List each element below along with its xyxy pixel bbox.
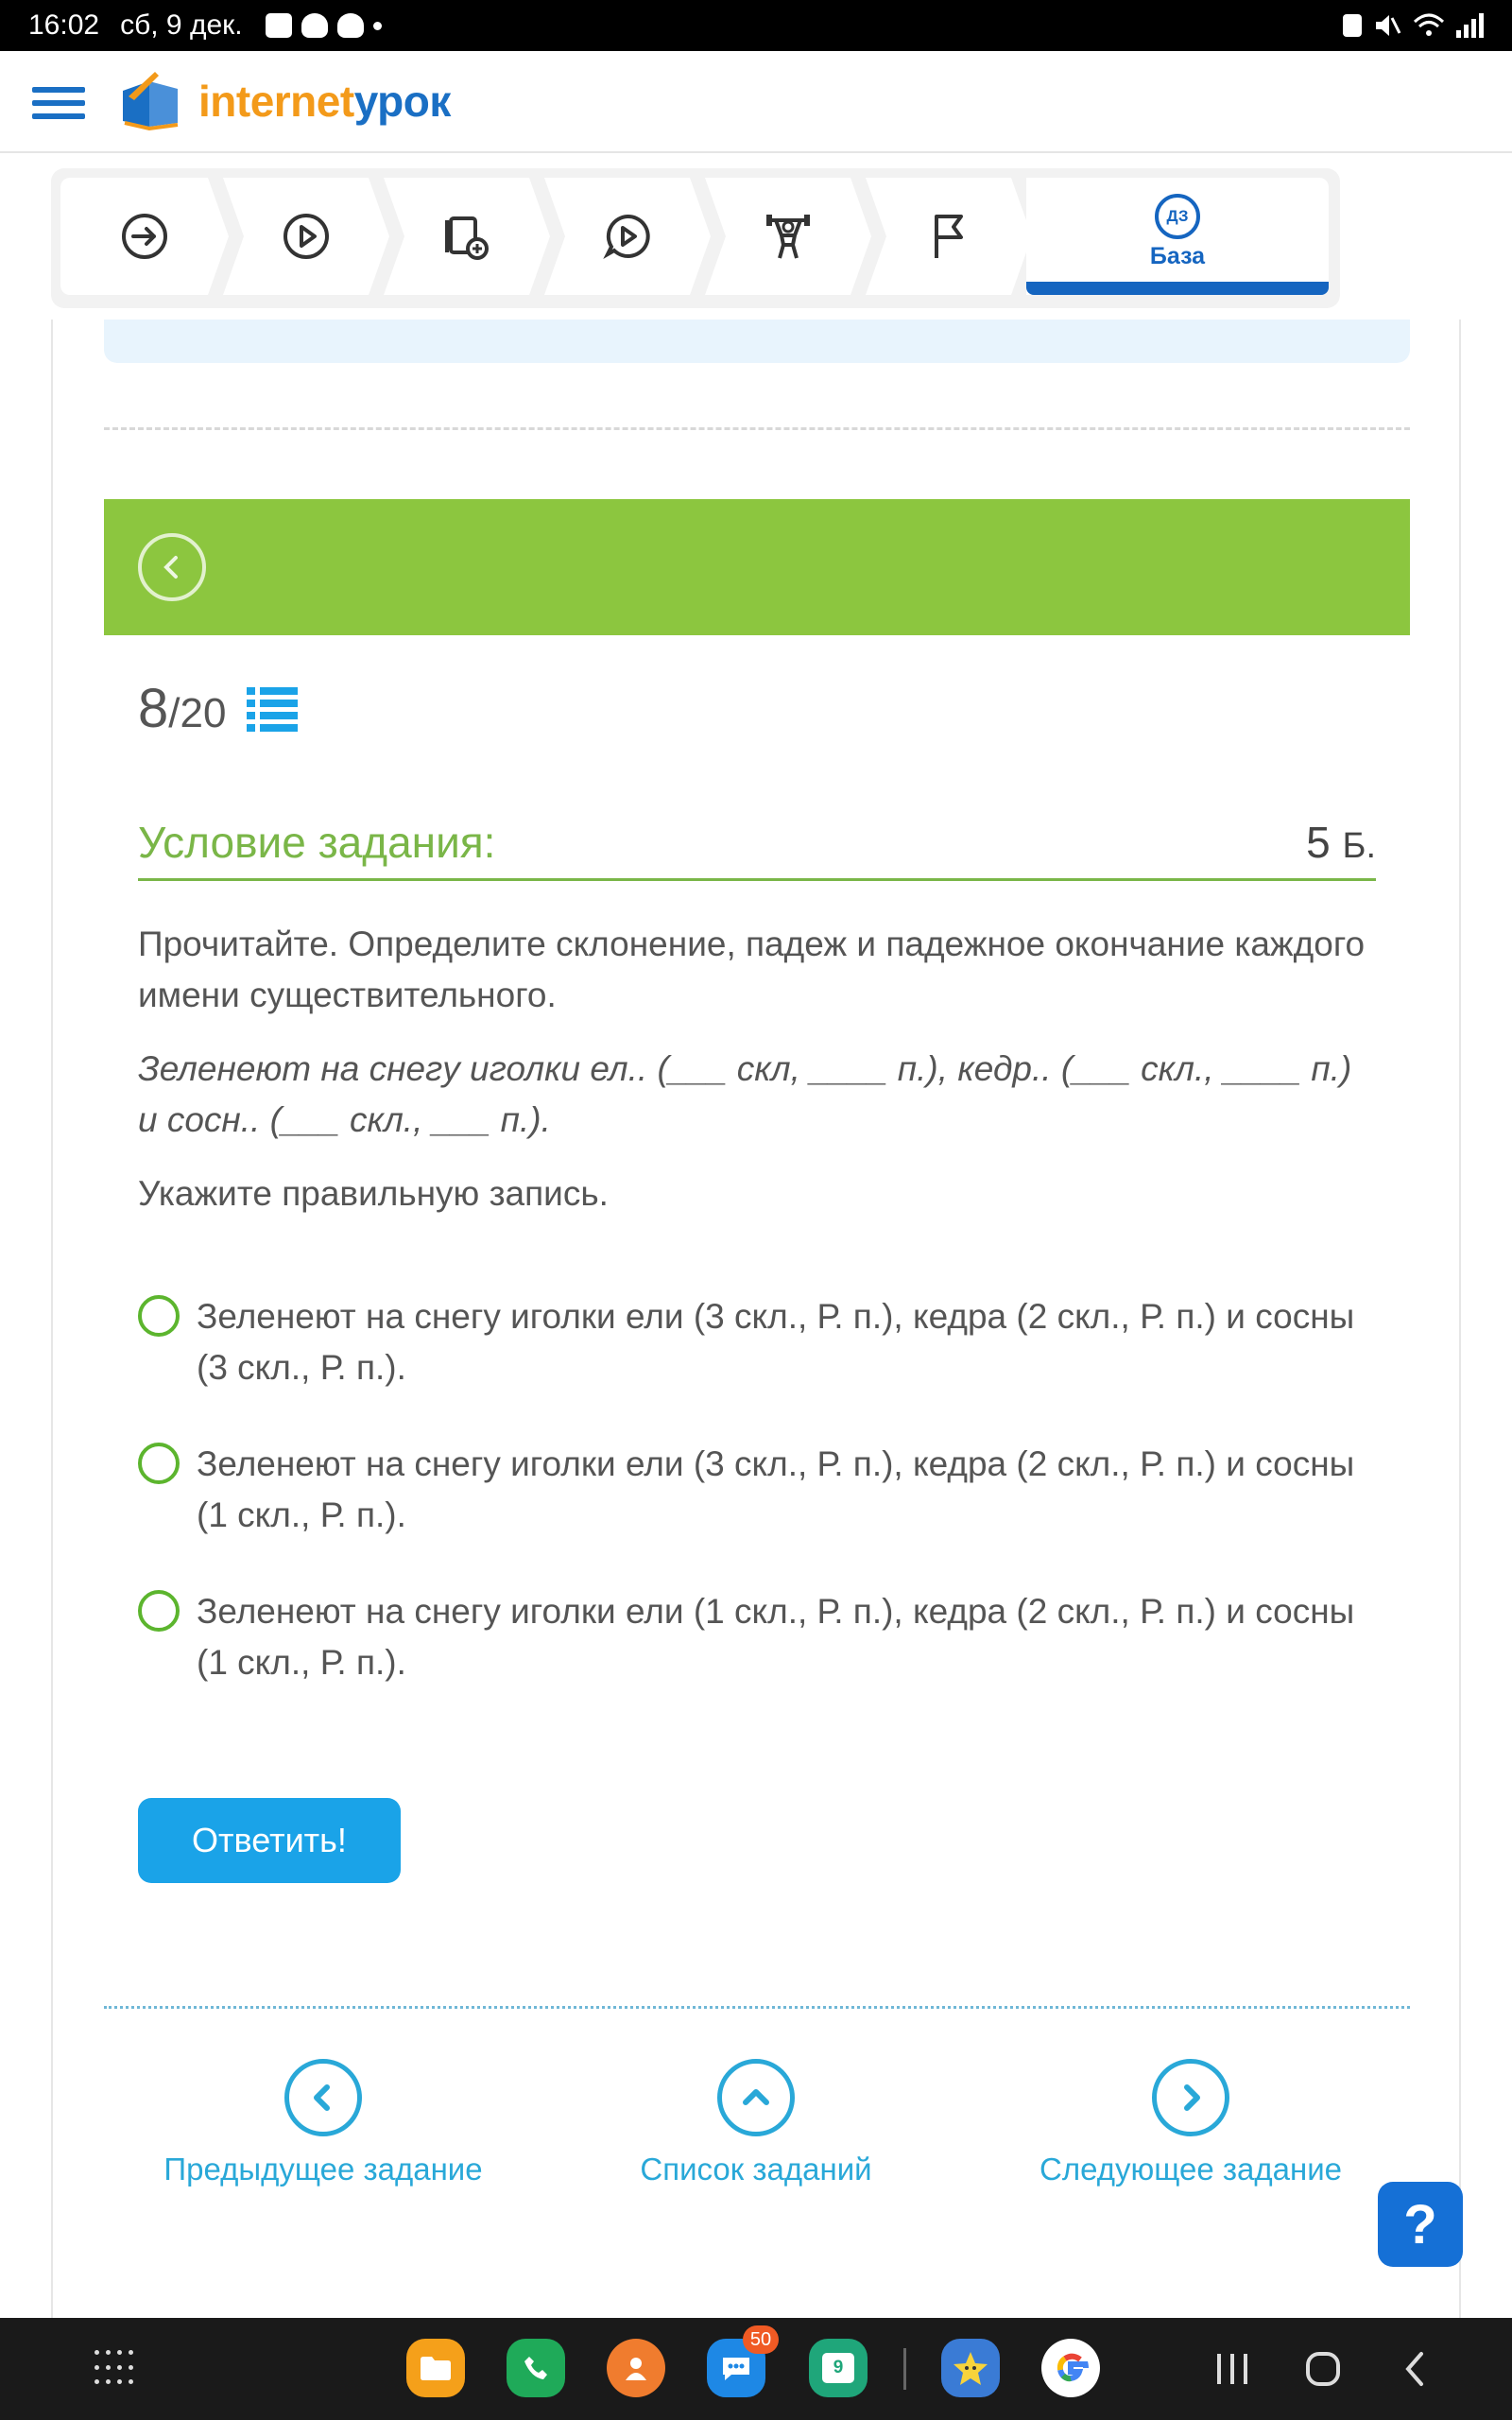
answer-option-text: Зеленеют на снегу иголки ели (3 скл., Р.… [197,1444,1355,1534]
radio-button[interactable] [138,1443,180,1484]
home-icon[interactable] [1304,2346,1342,2392]
chat-play-icon [602,211,653,262]
play-circle-icon [281,211,332,262]
answer-option-text: Зеленеют на снегу иголки ели (3 скл., Р.… [197,1297,1355,1387]
answer-option[interactable]: Зеленеют на снегу иголки ели (1 скл., Р.… [138,1586,1366,1688]
weightlifter-icon [763,211,814,262]
chevron-up-circle-icon [717,2059,795,2136]
battery-saver-icon [1343,14,1362,37]
more-notifications-icon [372,21,382,30]
radio-button[interactable] [138,1590,180,1632]
site-header: internetурок [0,51,1512,153]
help-button[interactable]: ? [1378,2182,1463,2267]
site-logo[interactable]: internetурок [117,68,451,134]
next-task-link[interactable]: Следующее задание [1021,2059,1361,2187]
task-banner [104,499,1410,635]
star-app-icon[interactable] [941,2339,1000,2397]
task-number: 8 [138,678,169,739]
calendar-day: 9 [822,2353,854,2383]
task-points: 5 Б. [1306,817,1376,867]
chevron-left-icon [163,556,178,579]
messages-badge: 50 [743,2325,779,2354]
status-bar: 16:02 сб, 9 дек. [0,0,1512,51]
mute-icon [1376,15,1401,36]
task-list-icon[interactable] [247,685,299,733]
arrow-right-circle-icon [119,211,170,262]
google-app-icon[interactable] [1041,2339,1100,2397]
submit-answer-button[interactable]: Ответить! [138,1798,401,1883]
condition-header: Условие задания: 5 Б. [138,805,1376,881]
logo-book-icon [123,72,179,131]
system-nav-bar: 50 9 [0,2318,1512,2420]
chevron-left-circle-icon [284,2059,362,2136]
signal-icon [1456,13,1484,38]
notes-add-icon [441,211,492,262]
status-time: 16:02 [28,9,100,41]
folder-app-icon[interactable] [406,2339,465,2397]
answer-option-text: Зеленеют на снегу иголки ели (1 скл., Р.… [197,1592,1355,1682]
gallery-notification-icon [265,13,292,38]
task-list-link[interactable]: Список заданий [586,2059,926,2187]
condition-title: Условие задания: [138,817,496,867]
task-list-label: Список заданий [640,2152,872,2187]
tab-test[interactable] [866,178,1032,295]
next-task-label: Следующее задание [1040,2152,1342,2187]
prev-task-label: Предыдущее задание [163,2152,483,2187]
prev-task-link[interactable]: Предыдущее задание [153,2059,493,2187]
back-icon[interactable] [1400,2346,1429,2392]
menu-icon[interactable] [32,87,85,119]
apps-grid-icon[interactable] [94,2350,133,2388]
divider [104,427,1410,430]
wifi-icon [1413,13,1445,36]
answer-option[interactable]: Зеленеют на снегу иголки ели (3 скл., Р.… [138,1439,1366,1541]
tab-notes[interactable] [384,178,550,295]
logo-text: internetурок [198,77,451,126]
answer-option[interactable]: Зеленеют на снегу иголки ели (3 скл., Р.… [138,1291,1366,1393]
flag-icon [923,211,974,262]
task-sentence: Зеленеют на снегу иголки ел.. (___ скл, … [138,1049,1352,1139]
tab-video[interactable] [223,178,389,295]
info-panel [104,320,1410,363]
task-counter: 8 /20 [138,677,299,743]
contacts-app-icon[interactable] [607,2339,665,2397]
homework-badge: ДЗ [1155,193,1200,239]
tab-homework-label: База [1149,242,1206,269]
back-button[interactable] [138,533,206,601]
divider-dotted [104,2006,1410,2009]
tab-videochat[interactable] [544,178,711,295]
task-instruction: Прочитайте. Определите склонение, падеж … [138,925,1366,1014]
active-tab-indicator [1026,282,1329,295]
radio-button[interactable] [138,1295,180,1337]
health-notification-icon-2 [336,13,364,38]
task-total: /20 [168,690,227,736]
status-date: сб, 9 дек. [120,9,243,41]
messages-app-icon[interactable]: 50 [707,2325,779,2397]
lesson-tabs: ДЗ База [51,168,1340,308]
tab-homework[interactable]: ДЗ База [1026,178,1329,295]
phone-app-icon[interactable] [507,2339,565,2397]
tab-intro[interactable] [60,178,229,295]
calendar-app-icon[interactable]: 9 [809,2339,868,2397]
tab-training[interactable] [705,178,871,295]
health-notification-icon [301,13,328,38]
task-prompt: Укажите правильную запись. [138,1174,609,1213]
dock-divider [903,2348,906,2390]
chevron-right-circle-icon [1152,2059,1229,2136]
recent-apps-icon[interactable] [1213,2346,1251,2392]
